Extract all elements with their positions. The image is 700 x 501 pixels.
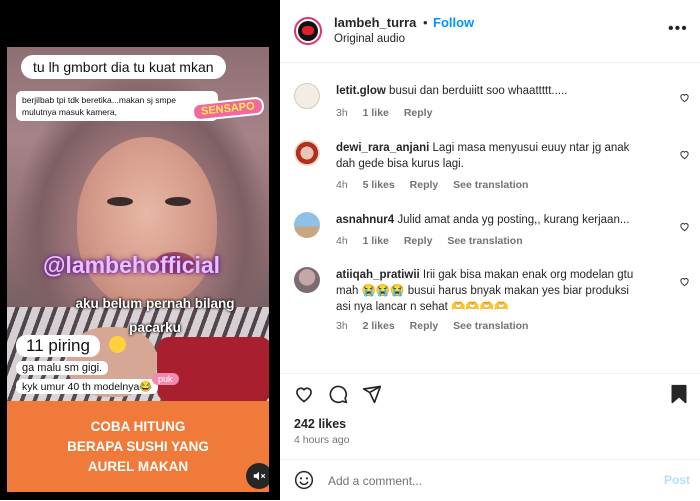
- commenter-avatar[interactable]: [294, 267, 320, 293]
- comment-text: asnahnur4 Julid amat anda yg posting,, k…: [336, 212, 646, 228]
- post-comment-button[interactable]: Post: [664, 473, 690, 487]
- media-pane: tu lh gmbort dia tu kuat mkan berjilbab …: [0, 0, 280, 500]
- avatar-logo-mark: [302, 26, 314, 35]
- comment-meta: 4h 5 likes Reply See translation: [336, 179, 540, 191]
- comment-likes[interactable]: 2 likes: [363, 320, 395, 332]
- heart-icon[interactable]: [679, 276, 690, 287]
- video-caption-middle: aku belum pernah bilang pacarku: [75, 296, 235, 335]
- comment-username[interactable]: asnahnur4: [336, 214, 394, 226]
- comments-list[interactable]: letit.glow busui dan berduiitt soo whaat…: [280, 63, 700, 372]
- emoji-face-icon: [109, 336, 126, 353]
- add-comment-bar: Post: [280, 459, 700, 501]
- reel-video[interactable]: tu lh gmbort dia tu kuat mkan berjilbab …: [7, 47, 269, 492]
- like-heart-icon[interactable]: [294, 384, 314, 404]
- see-translation-link[interactable]: See translation: [453, 320, 528, 332]
- reply-button[interactable]: Reply: [404, 235, 433, 247]
- comment-time: 3h: [336, 107, 348, 119]
- comment-time: 4h: [336, 179, 348, 191]
- video-scene-face: [77, 137, 217, 307]
- bookmark-icon[interactable]: [670, 384, 688, 404]
- mute-button[interactable]: [246, 463, 269, 489]
- share-send-icon[interactable]: [362, 384, 382, 404]
- video-watermark: @lambehofficial: [43, 252, 221, 278]
- comment-bubble-icon[interactable]: [328, 384, 348, 404]
- comment-body: Julid amat anda yg posting,, kurang kerj…: [397, 214, 630, 226]
- heart-icon[interactable]: [679, 149, 690, 160]
- post-header: lambeh_turra • Follow Original audio •••: [280, 0, 700, 63]
- audio-label[interactable]: Original audio: [334, 33, 405, 45]
- commenter-avatar[interactable]: [294, 83, 320, 109]
- reply-button[interactable]: Reply: [410, 320, 439, 332]
- follow-button[interactable]: Follow: [433, 15, 474, 30]
- video-caption-malu: ga malu sm gigi.: [16, 361, 109, 375]
- likes-count[interactable]: 242 likes: [294, 417, 346, 431]
- comment-time: 3h: [336, 320, 348, 332]
- comment-time: 4h: [336, 235, 348, 247]
- video-caption-small: berjilbab tpi tdk beretika...makan sj sm…: [16, 91, 218, 121]
- comment-meta: 4h 1 like Reply See translation: [336, 235, 535, 247]
- separator-dot: •: [423, 15, 428, 30]
- comment-meta: 3h 1 like Reply: [336, 107, 444, 119]
- comment-meta: 3h 2 likes Reply See translation: [336, 320, 540, 332]
- video-banner-text: COBA HITUNG BERAPA SUSHI YANG AUREL MAKA…: [67, 418, 209, 474]
- see-translation-link[interactable]: See translation: [447, 235, 522, 247]
- heart-icon[interactable]: [679, 221, 690, 232]
- author-avatar[interactable]: [294, 17, 322, 45]
- speaker-muted-icon: [253, 471, 266, 481]
- reply-button[interactable]: Reply: [404, 107, 433, 119]
- comment-input[interactable]: [326, 470, 630, 492]
- video-caption-top: tu lh gmbort dia tu kuat mkan: [21, 55, 226, 79]
- comment-username[interactable]: letit.glow: [336, 85, 386, 97]
- comment-text: dewi_rara_anjani Lagi masa menyusui euuy…: [336, 140, 646, 172]
- reply-button[interactable]: Reply: [410, 179, 439, 191]
- heart-icon[interactable]: [679, 92, 690, 103]
- comment-likes[interactable]: 5 likes: [363, 179, 395, 191]
- comment-username[interactable]: dewi_rara_anjani: [336, 142, 429, 154]
- video-caption-piring: 11 piring: [16, 335, 100, 357]
- video-scene-eye: [165, 197, 191, 206]
- comment-text: atiiqah_pratiwii Irii gak bisa makan ena…: [336, 267, 646, 315]
- comment-likes[interactable]: 1 like: [363, 235, 389, 247]
- video-scene-bowl: [157, 337, 269, 402]
- video-caption-umur: kyk umur 40 th modelnya😂: [16, 379, 159, 394]
- comment-body: busui dan berduiitt soo whaattttt.....: [389, 85, 568, 97]
- comment-text: letit.glow busui dan berduiitt soo whaat…: [336, 83, 646, 99]
- post-side-panel: lambeh_turra • Follow Original audio •••…: [280, 0, 700, 500]
- commenter-avatar[interactable]: [294, 212, 320, 238]
- author-username[interactable]: lambeh_turra: [334, 15, 416, 30]
- comment-likes[interactable]: 1 like: [363, 107, 389, 119]
- post-actions-bar: [280, 373, 700, 412]
- video-banner: COBA HITUNG BERAPA SUSHI YANG AUREL MAKA…: [7, 401, 269, 492]
- video-pink-tag: puk: [152, 373, 179, 385]
- post-timestamp[interactable]: 4 hours ago: [294, 434, 349, 446]
- video-scene-eye: [107, 197, 133, 206]
- see-translation-link[interactable]: See translation: [453, 179, 528, 191]
- more-options-icon[interactable]: •••: [668, 20, 688, 38]
- commenter-avatar[interactable]: [294, 140, 320, 166]
- comment-username[interactable]: atiiqah_pratiwii: [336, 269, 420, 281]
- emoji-picker-icon[interactable]: [294, 470, 314, 490]
